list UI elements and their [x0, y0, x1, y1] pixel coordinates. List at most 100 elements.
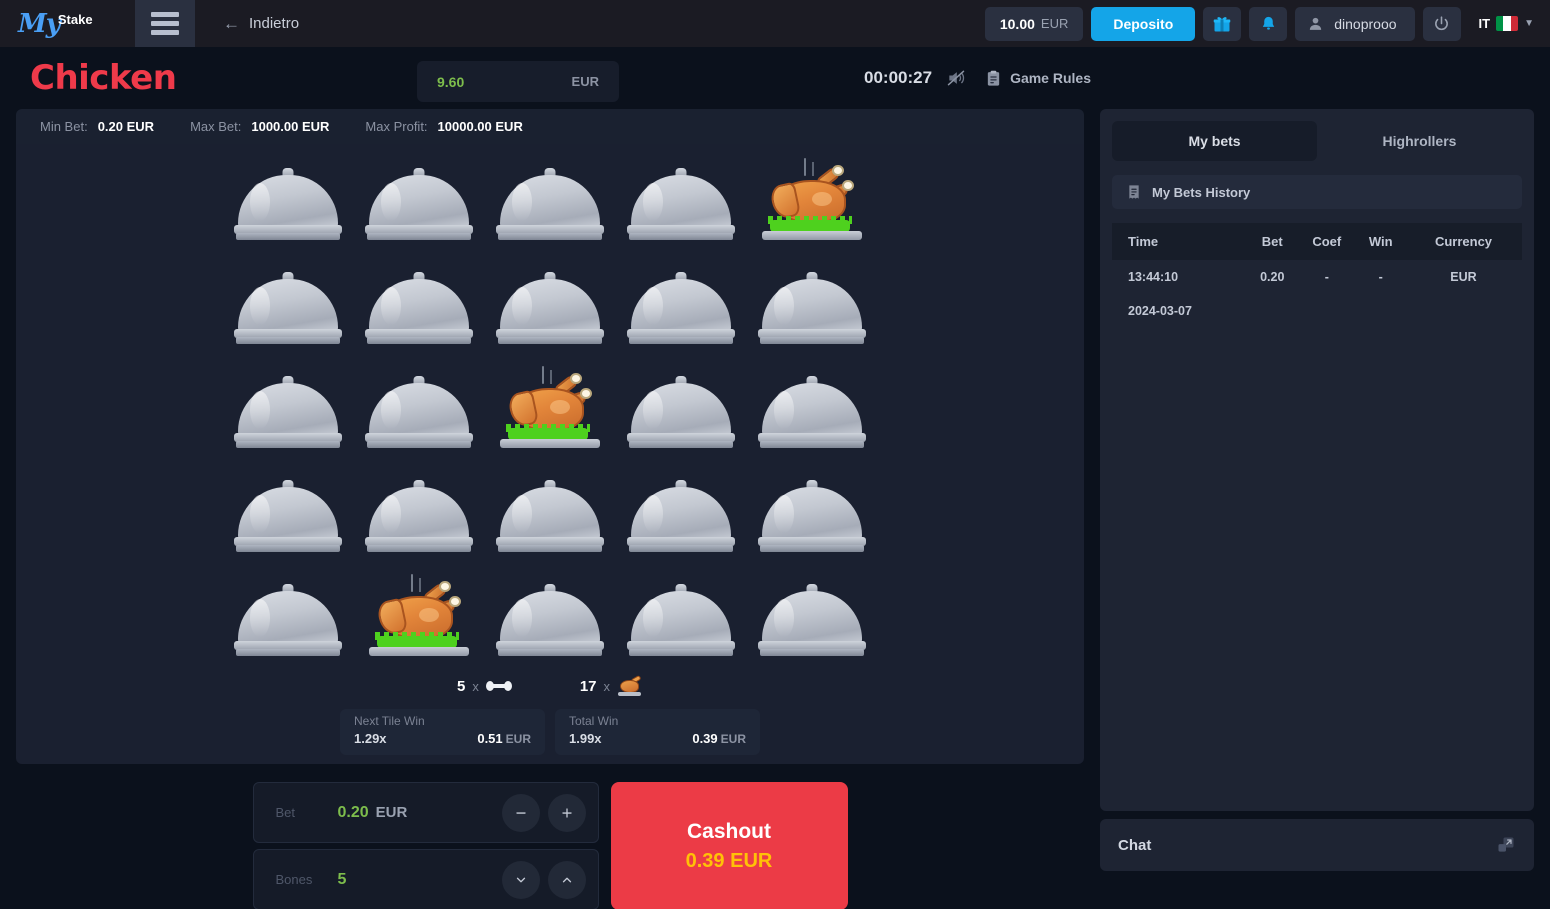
- chat-bar[interactable]: Chat: [1100, 819, 1534, 871]
- board-tile-r4-c2[interactable]: [361, 474, 478, 554]
- max-bet-value: 1000.00 EUR: [251, 119, 330, 134]
- game-rules-label: Game Rules: [1010, 70, 1091, 86]
- board-tile-r4-c1[interactable]: [230, 474, 347, 554]
- chat-label: Chat: [1118, 836, 1152, 854]
- bets-cell-currency: EUR: [1450, 270, 1477, 284]
- board-tile-r5-c5[interactable]: [753, 578, 870, 658]
- cloche-icon: [234, 478, 343, 554]
- tab-my-bets[interactable]: My bets: [1112, 121, 1317, 161]
- board-tile-r2-c1[interactable]: [230, 266, 347, 346]
- bones-decrease-button[interactable]: [501, 860, 540, 899]
- board-tile-r2-c2[interactable]: [361, 266, 478, 346]
- game-rules-link[interactable]: Game Rules: [985, 69, 1091, 88]
- current-bet-display: 9.60 EUR: [417, 61, 619, 102]
- bones-count-buttons: [501, 860, 586, 899]
- sidebar-tabs: My bets Highrollers: [1112, 121, 1522, 161]
- balance-chip[interactable]: 10.00 EUR: [984, 6, 1084, 41]
- bets-column-win: Win: [1356, 223, 1405, 260]
- bet-amount-label: Bet: [275, 805, 296, 820]
- board-tile-r3-c3[interactable]: [492, 366, 609, 450]
- tab-highrollers[interactable]: Highrollers: [1317, 121, 1522, 161]
- bones-increase-button[interactable]: [547, 860, 586, 899]
- bet-controls-stack: Bet 0.20 EUR Bones 5: [252, 782, 599, 909]
- cloche-icon: [234, 582, 343, 658]
- my-bets-history-header[interactable]: My Bets History: [1112, 175, 1522, 209]
- board-tile-r1-c2[interactable]: [361, 162, 478, 242]
- win-panel-values: 1.99x 0.39 EUR: [569, 730, 746, 748]
- user-avatar-icon: [1310, 17, 1322, 30]
- chicken-icon: [496, 366, 604, 450]
- bet-increase-button[interactable]: [547, 793, 586, 832]
- bets-column-time: Time: [1112, 223, 1248, 260]
- board-tile-r1-c3[interactable]: [492, 162, 609, 242]
- bones-counter-x: x: [472, 678, 479, 694]
- cashout-button[interactable]: Cashout 0.39 EUR: [610, 782, 848, 909]
- game-board: 5 x 17 x Next Tile Win 1.29x 0.51 EUR Total …: [16, 144, 1084, 764]
- logo-stake-text: Stake: [57, 12, 93, 27]
- bets-table-header-row: Time Bet Coef Win Currency: [1112, 223, 1522, 260]
- board-tile-r2-c5[interactable]: [753, 266, 870, 346]
- board-tile-r1-c1[interactable]: [230, 162, 347, 242]
- chicken-icon: [365, 574, 473, 658]
- language-code: IT: [1478, 16, 1491, 31]
- bets-date-group-label: 2024-03-07: [1128, 304, 1192, 318]
- cashout-amount-value: 0.39: [685, 849, 725, 872]
- deposit-button[interactable]: Deposito: [1091, 6, 1196, 41]
- board-tile-r2-c3[interactable]: [492, 266, 609, 346]
- username-label: dinoprooo: [1334, 15, 1397, 32]
- sound-toggle-button[interactable]: [945, 68, 967, 88]
- bet-amount-buttons: [501, 793, 586, 832]
- back-button[interactable]: ← Indietro: [223, 15, 299, 32]
- win-panel-2: Total Win 1.99x 0.39 EUR: [555, 709, 760, 755]
- hamburger-menu-button[interactable]: [135, 0, 195, 47]
- board-tile-r1-c4[interactable]: [622, 162, 739, 242]
- board-tile-r5-c4[interactable]: [622, 578, 739, 658]
- cloche-icon: [234, 166, 343, 242]
- win-panel-multiplier: 1.29x: [354, 731, 387, 746]
- win-panel-1: Next Tile Win 1.29x 0.51 EUR: [340, 709, 545, 755]
- win-panel-label: Total Win: [569, 714, 619, 728]
- language-selector[interactable]: IT ▼: [1469, 16, 1540, 31]
- tile-grid: [230, 158, 870, 658]
- board-tile-r5-c3[interactable]: [492, 578, 609, 658]
- gift-button[interactable]: [1203, 6, 1242, 41]
- board-tile-r3-c4[interactable]: [622, 370, 739, 450]
- cloche-icon: [757, 374, 866, 450]
- bet-decrease-button[interactable]: [501, 793, 540, 832]
- chickens-counter: 17 x: [580, 674, 643, 696]
- board-tile-r4-c4[interactable]: [622, 474, 739, 554]
- bet-amount-value[interactable]: 0.20: [338, 804, 369, 822]
- board-tile-r5-c2[interactable]: [361, 574, 478, 658]
- board-tile-r4-c5[interactable]: [753, 474, 870, 554]
- board-tile-r2-c4[interactable]: [622, 266, 739, 346]
- cloche-icon: [365, 270, 474, 346]
- table-row[interactable]: 13:44:10 0.20 - - EUR: [1112, 260, 1522, 294]
- bones-count-value[interactable]: 5: [338, 871, 347, 889]
- win-panel-amount: 0.51: [477, 731, 503, 746]
- logout-button[interactable]: [1422, 6, 1461, 41]
- win-panel-currency: EUR: [505, 732, 531, 746]
- user-account-button[interactable]: dinoprooo: [1295, 6, 1415, 41]
- board-tile-r3-c5[interactable]: [753, 370, 870, 450]
- board-tile-r1-c5[interactable]: [753, 158, 870, 242]
- cloche-icon: [365, 374, 474, 450]
- board-tile-r5-c1[interactable]: [230, 578, 347, 658]
- bets-cell-win: -: [1378, 270, 1383, 284]
- board-tile-r4-c3[interactable]: [492, 474, 609, 554]
- max-profit-label: Max Profit:: [365, 119, 428, 134]
- hamburger-menu-icon: [151, 21, 179, 26]
- game-title-row: Chicken 9.60 EUR 00:00:27 Game Rules: [0, 47, 1550, 109]
- expand-icon[interactable]: [1496, 835, 1516, 855]
- cloche-icon: [495, 166, 604, 242]
- cloche-icon: [757, 270, 866, 346]
- cashout-button-amount: 0.39 EUR: [686, 850, 773, 873]
- win-panel-currency: EUR: [720, 732, 746, 746]
- notifications-button[interactable]: [1249, 6, 1288, 41]
- board-tile-r3-c2[interactable]: [361, 370, 478, 450]
- bets-cell-time: 13:44:10: [1128, 270, 1179, 284]
- page-title: Chicken: [30, 58, 177, 98]
- board-tile-r3-c1[interactable]: [230, 370, 347, 450]
- cloche-icon: [626, 582, 735, 658]
- site-logo[interactable]: My Stake: [0, 0, 135, 47]
- top-header-bar: My Stake ← Indietro 10.00 EUR Deposito d…: [0, 0, 1550, 47]
